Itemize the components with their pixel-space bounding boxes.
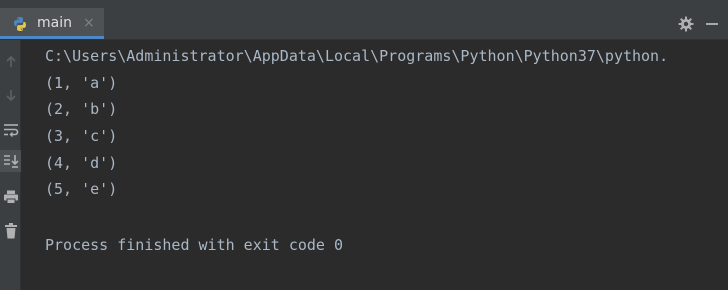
output-line: (5, 'e')	[45, 180, 118, 198]
output-line: (1, 'a')	[45, 74, 118, 92]
arrow-down-icon[interactable]	[0, 84, 21, 106]
gear-icon[interactable]	[678, 16, 694, 32]
console-output[interactable]: C:\Users\Administrator\AppData\Local\Pro…	[29, 40, 728, 290]
output-line: (4, 'd')	[45, 154, 118, 172]
exit-message: Process finished with exit code 0	[45, 236, 344, 254]
print-icon[interactable]	[0, 186, 21, 208]
tab-main[interactable]: main ×	[0, 8, 104, 39]
command-line: C:\Users\Administrator\AppData\Local\Pro…	[45, 47, 669, 65]
soft-wrap-icon[interactable]	[0, 119, 21, 141]
active-tab-indicator	[0, 36, 104, 39]
python-icon	[14, 17, 26, 31]
output-line: (2, 'b')	[45, 100, 118, 118]
scroll-to-end-icon[interactable]	[0, 150, 21, 172]
run-tab-bar: main ×	[0, 8, 728, 40]
window-top-strip	[0, 0, 728, 8]
console-toolbar	[0, 40, 21, 290]
tab-label: main	[37, 15, 72, 31]
arrow-up-icon[interactable]	[0, 51, 21, 73]
minimize-icon[interactable]	[706, 23, 718, 25]
output-line: (3, 'c')	[45, 127, 118, 145]
close-icon[interactable]: ×	[83, 15, 95, 31]
trash-icon[interactable]	[0, 220, 21, 242]
